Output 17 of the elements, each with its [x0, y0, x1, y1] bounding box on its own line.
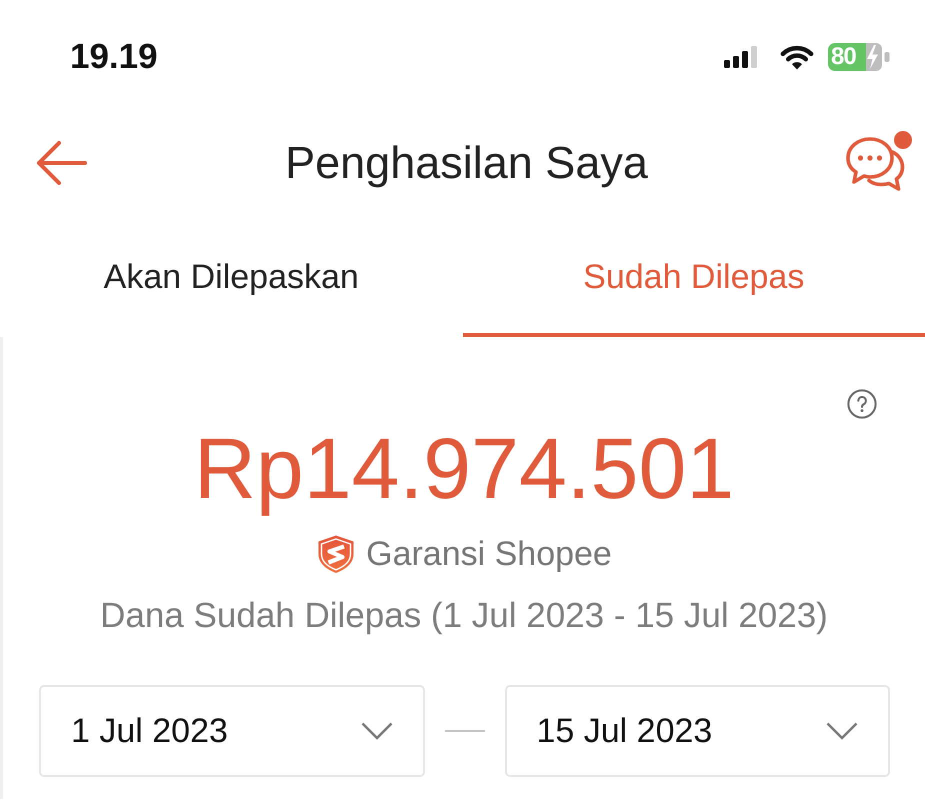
back-icon[interactable]: [35, 140, 88, 186]
period-caption: Dana Sudah Dilepas (1 Jul 2023 - 15 Jul 2023): [100, 596, 828, 636]
chevron-down-icon: [360, 722, 392, 740]
chevron-down-icon: [826, 722, 858, 740]
range-dash: [444, 730, 484, 732]
battery-percent: 80: [828, 43, 866, 71]
help-icon[interactable]: [847, 389, 877, 419]
guarantee-label: Garansi Shopee: [366, 534, 612, 574]
wifi-icon: [779, 44, 815, 70]
page-title: Penghasilan Saya: [285, 136, 648, 188]
shield-icon: [316, 534, 356, 574]
start-date-select[interactable]: 1 Jul 2023: [39, 685, 424, 777]
status-time: 19.19: [70, 37, 158, 77]
end-date-select[interactable]: 15 Jul 2023: [504, 685, 890, 777]
balance-amount: Rp14.974.501: [194, 421, 734, 517]
signal-icon: [724, 46, 757, 68]
battery-charging-icon: [866, 43, 890, 71]
